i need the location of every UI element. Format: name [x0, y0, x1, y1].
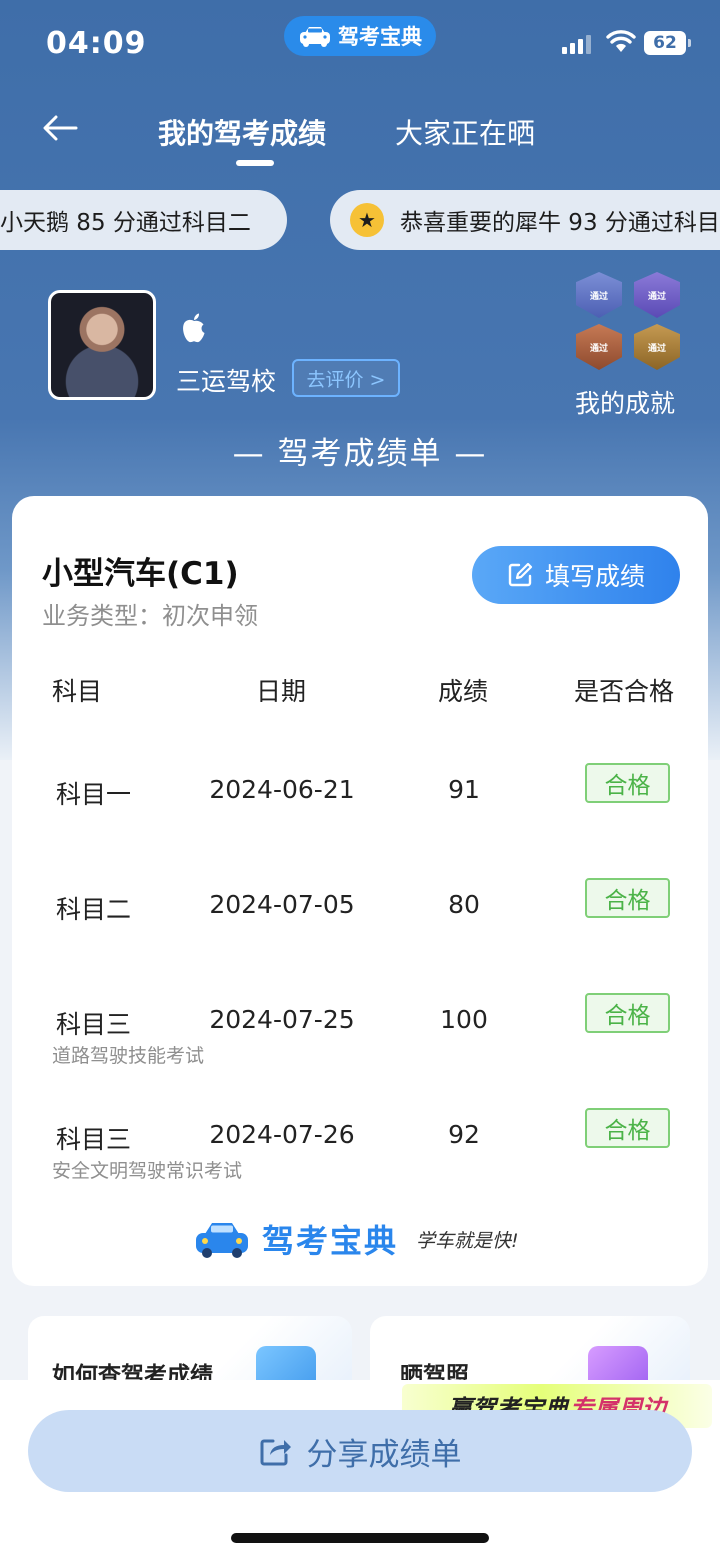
achievement-badges[interactable]: 通过 通过 通过 通过	[576, 272, 686, 372]
battery-level: 62	[653, 33, 677, 53]
badge-icon: 通过	[634, 324, 680, 370]
row-subject: 科目三	[56, 1010, 132, 1039]
brand-slogan: 学车就是快!	[416, 1229, 519, 1252]
marquee-text: 恭喜重要的犀牛 93 分通过科目	[400, 210, 720, 236]
car-logo-icon	[196, 1223, 248, 1258]
share-report-label: 分享成绩单	[306, 1436, 462, 1473]
car-icon	[300, 27, 330, 47]
column-header-pass: 是否合格	[574, 677, 675, 706]
brand-logo: 驾考宝典 学车就是快!	[194, 1216, 519, 1262]
app-name: 驾考宝典	[338, 25, 422, 49]
row-date: 2024-07-26	[209, 1120, 355, 1149]
report-heading: — 驾考成绩单 —	[232, 436, 488, 472]
apple-icon	[183, 313, 205, 343]
pass-badge: 合格	[585, 993, 670, 1033]
active-tab-indicator	[236, 160, 274, 166]
congrats-marquee: 小天鹅 85 分通过科目二 ★ 恭喜重要的犀牛 93 分通过科目	[0, 190, 720, 252]
avatar[interactable]	[48, 290, 156, 400]
top-nav: 我的驾考成绩 大家正在晒	[0, 90, 720, 170]
row-score: 92	[448, 1120, 480, 1149]
pass-badge: 合格	[585, 1108, 670, 1148]
badge-icon: 通过	[576, 272, 622, 318]
row-date: 2024-07-05	[209, 890, 355, 919]
column-header-subject: 科目	[52, 677, 103, 706]
tab-everyone-sharing[interactable]: 大家正在晒	[395, 112, 535, 152]
share-report-button[interactable]: 分享成绩单	[28, 1410, 692, 1492]
badge-icon: 通过	[634, 272, 680, 318]
back-arrow-icon	[43, 115, 78, 141]
marquee-text: 小天鹅 85 分通过科目二	[0, 210, 251, 236]
row-subject: 科目二	[56, 895, 132, 924]
fill-score-button[interactable]: 填写成绩	[472, 546, 680, 604]
tab-my-scores[interactable]: 我的驾考成绩	[158, 112, 326, 152]
row-subject: 科目三	[56, 1125, 132, 1154]
battery-icon: 62	[644, 31, 691, 55]
row-score: 100	[440, 1005, 488, 1034]
row-date: 2024-07-25	[209, 1005, 355, 1034]
table-row: 科目一 2024-06-21 91 合格	[12, 763, 708, 885]
vehicle-type: 小型汽车(C1)	[42, 556, 239, 592]
review-button[interactable]: 去评价 >	[292, 359, 400, 397]
score-card: 小型汽车(C1) 业务类型：初次申领 填写成绩 科目 日期 成绩 是否合格 科目…	[12, 496, 708, 1286]
badge-icon: 通过	[576, 324, 622, 370]
status-bar: 04:09 驾考宝典 62	[0, 0, 720, 88]
row-subject: 科目一	[56, 780, 132, 809]
row-note: 道路驾驶技能考试	[52, 1045, 205, 1067]
table-row: 科目三 2024-07-26 92 合格 安全文明驾驶常识考试	[12, 1108, 708, 1230]
my-achievements-link[interactable]: 我的成就	[575, 384, 675, 420]
driving-school-name: 三运驾校	[176, 367, 277, 396]
column-header-score: 成绩	[438, 677, 489, 706]
row-note: 安全文明驾驶常识考试	[52, 1160, 243, 1182]
row-score: 80	[448, 890, 480, 919]
table-row: 科目三 2024-07-25 100 合格 道路驾驶技能考试	[12, 993, 708, 1115]
signal-icon	[562, 34, 591, 54]
home-indicator	[231, 1533, 489, 1543]
marquee-item[interactable]: 小天鹅 85 分通过科目二	[0, 190, 287, 250]
wifi-icon	[606, 30, 636, 52]
status-time: 04:09	[46, 26, 147, 61]
marquee-item[interactable]: ★ 恭喜重要的犀牛 93 分通过科目	[330, 190, 720, 250]
back-button[interactable]	[36, 104, 84, 152]
edit-icon	[508, 562, 533, 587]
share-icon	[260, 1439, 291, 1466]
fill-score-label: 填写成绩	[544, 562, 645, 591]
row-score: 91	[448, 775, 480, 804]
row-date: 2024-06-21	[209, 775, 355, 804]
table-row: 科目二 2024-07-05 80 合格	[12, 878, 708, 1000]
brand-name: 驾考宝典	[262, 1222, 399, 1260]
app-indicator-pill[interactable]: 驾考宝典	[284, 16, 436, 56]
star-eyes-emoji-icon: ★	[350, 203, 384, 237]
business-type: 业务类型：初次申领	[42, 602, 258, 630]
pass-badge: 合格	[585, 878, 670, 918]
pass-badge: 合格	[585, 763, 670, 803]
column-header-date: 日期	[256, 677, 307, 706]
